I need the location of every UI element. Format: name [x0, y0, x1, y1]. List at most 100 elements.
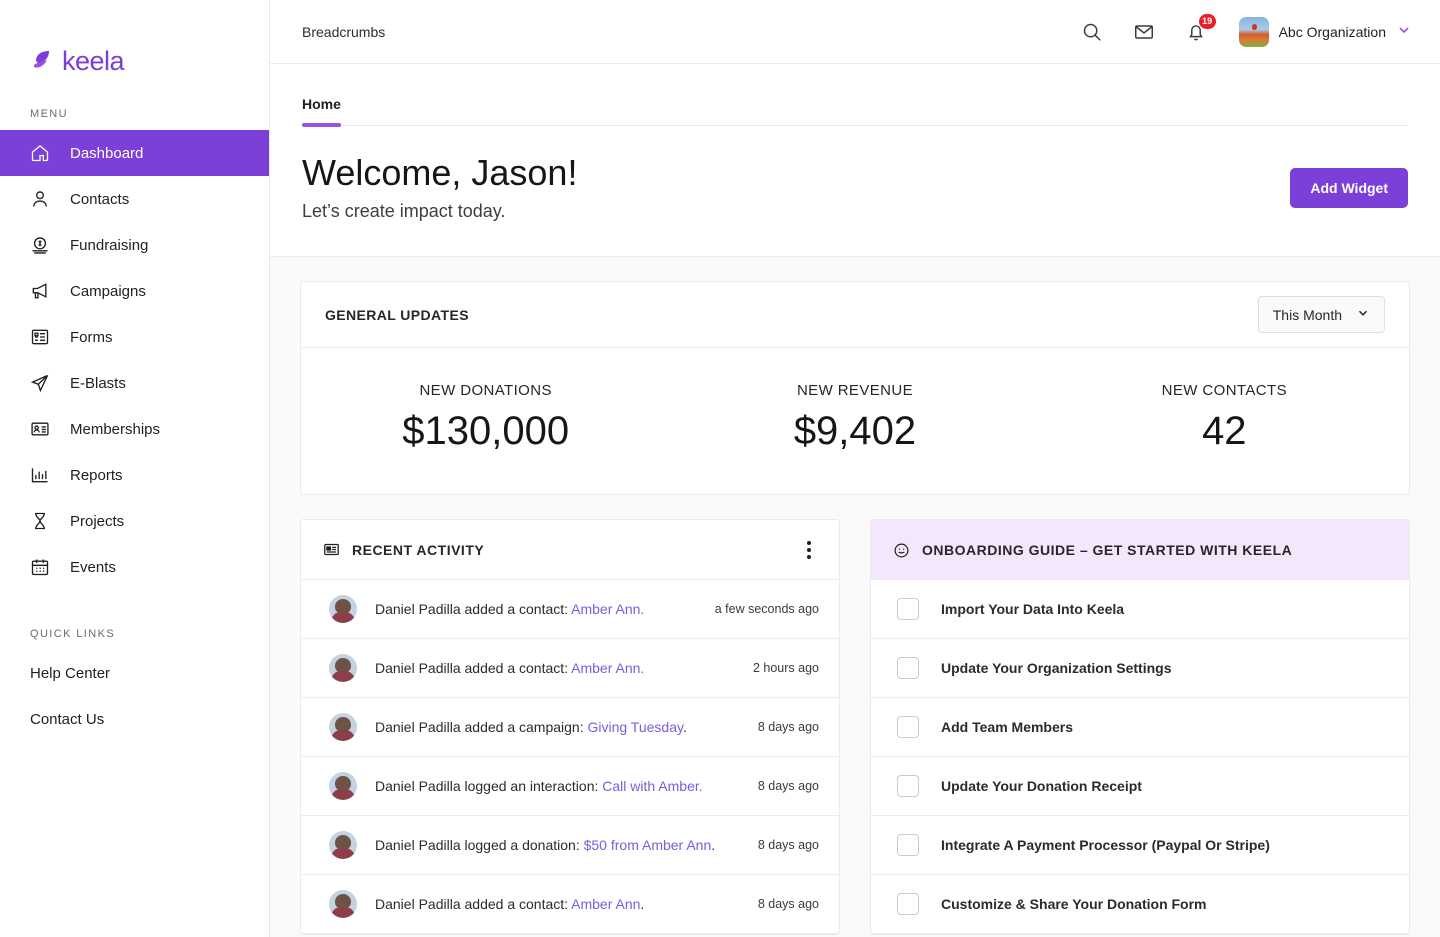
list-item[interactable]: Daniel Padilla logged an interaction: Ca…: [301, 757, 839, 816]
form-list-icon: [28, 327, 52, 347]
sidebar-item-label: Events: [70, 559, 116, 576]
list-item[interactable]: Update Your Donation Receipt: [871, 757, 1409, 816]
onboarding-checkbox[interactable]: [897, 716, 919, 738]
add-widget-button[interactable]: Add Widget: [1290, 168, 1408, 208]
sidebar-item-label: E-Blasts: [70, 375, 126, 392]
list-item[interactable]: Daniel Padilla added a contact: Amber An…: [301, 580, 839, 639]
kebab-menu-icon[interactable]: [801, 535, 817, 565]
quick-link-help-center[interactable]: Help Center: [0, 650, 269, 696]
sidebar-item-events[interactable]: Events: [0, 544, 269, 590]
sidebar-item-dashboard[interactable]: Dashboard: [0, 130, 269, 176]
list-item[interactable]: Integrate A Payment Processor (Paypal Or…: [871, 816, 1409, 875]
dashboard-content: GENERAL UPDATES This Month NEW DONATIONS…: [270, 257, 1440, 937]
activity-link[interactable]: Giving Tuesday: [587, 719, 682, 735]
activity-text: Daniel Padilla logged a donation: $50 fr…: [375, 837, 715, 853]
activity-time: 2 hours ago: [739, 661, 819, 675]
general-updates-header: GENERAL UPDATES This Month: [301, 282, 1409, 348]
sidebar-item-memberships[interactable]: Memberships: [0, 406, 269, 452]
list-item[interactable]: Update Your Organization Settings: [871, 639, 1409, 698]
id-card-icon: [28, 419, 52, 439]
activity-link[interactable]: Amber Ann.: [571, 660, 644, 676]
list-item[interactable]: Daniel Padilla added a campaign: Giving …: [301, 698, 839, 757]
activity-link[interactable]: Amber Ann.: [571, 601, 644, 617]
activity-time: 8 days ago: [744, 779, 819, 793]
breadcrumb: Breadcrumbs: [302, 24, 385, 40]
sidebar: keela MENU Dashboard Contacts Fundraisin…: [0, 0, 270, 937]
envelope-icon[interactable]: [1129, 17, 1159, 47]
onboarding-label: Import Your Data Into Keela: [941, 601, 1124, 617]
onboarding-label: Integrate A Payment Processor (Paypal Or…: [941, 837, 1270, 853]
avatar: [329, 654, 357, 682]
sidebar-item-label: Contacts: [70, 191, 129, 208]
notification-badge: 19: [1199, 14, 1216, 29]
stat-value: $9,402: [670, 409, 1039, 454]
sidebar-menu-label: MENU: [0, 108, 269, 120]
org-name: Abc Organization: [1279, 24, 1386, 40]
activity-link[interactable]: Amber Ann: [571, 896, 640, 912]
activity-link[interactable]: Call with Amber.: [602, 778, 702, 794]
avatar: [329, 831, 357, 859]
list-item[interactable]: Daniel Padilla logged a donation: $50 fr…: [301, 816, 839, 875]
org-switcher[interactable]: Abc Organization: [1239, 17, 1412, 47]
chevron-down-icon: [1396, 22, 1412, 41]
activity-text: Daniel Padilla added a contact: Amber An…: [375, 660, 644, 676]
page-title: Welcome, Jason!: [302, 150, 577, 195]
onboarding-checkbox[interactable]: [897, 893, 919, 915]
list-item[interactable]: Daniel Padilla added a contact: Amber An…: [301, 875, 839, 934]
activity-time: a few seconds ago: [701, 602, 819, 616]
onboarding-checkbox[interactable]: [897, 834, 919, 856]
brand-logo[interactable]: keela: [0, 0, 269, 90]
smiley-icon: [893, 542, 910, 559]
sidebar-item-forms[interactable]: Forms: [0, 314, 269, 360]
megaphone-icon: [28, 281, 52, 301]
sidebar-item-label: Projects: [70, 513, 124, 530]
period-select[interactable]: This Month: [1258, 296, 1385, 333]
person-icon: [28, 189, 52, 209]
topbar: Breadcrumbs 19 Abc Organization: [270, 0, 1440, 64]
onboarding-checkbox[interactable]: [897, 775, 919, 797]
list-item[interactable]: Daniel Padilla added a contact: Amber An…: [301, 639, 839, 698]
quick-link-contact-us[interactable]: Contact Us: [0, 696, 269, 742]
onboarding-checkbox[interactable]: [897, 598, 919, 620]
sidebar-item-label: Dashboard: [70, 145, 143, 162]
sidebar-item-reports[interactable]: Reports: [0, 452, 269, 498]
stat-new-donations: NEW DONATIONS $130,000: [301, 382, 670, 454]
general-updates-card: GENERAL UPDATES This Month NEW DONATIONS…: [300, 281, 1410, 495]
sidebar-item-campaigns[interactable]: Campaigns: [0, 268, 269, 314]
sidebar-item-eblasts[interactable]: E-Blasts: [0, 360, 269, 406]
sidebar-item-label: Fundraising: [70, 237, 148, 254]
activity-text: Daniel Padilla added a contact: Amber An…: [375, 896, 644, 912]
brand-name: keela: [62, 48, 124, 75]
activity-link[interactable]: $50 from Amber Ann: [584, 837, 712, 853]
list-item[interactable]: Import Your Data Into Keela: [871, 580, 1409, 639]
recent-activity-title: RECENT ACTIVITY: [352, 542, 484, 558]
sidebar-quick-links-label: QUICK LINKS: [0, 628, 269, 640]
sidebar-item-contacts[interactable]: Contacts: [0, 176, 269, 222]
topbar-actions: 19 Abc Organization: [1077, 17, 1412, 47]
page-subtitle: Let’s create impact today.: [302, 201, 577, 222]
recent-activity-card: RECENT ACTIVITY Daniel Padilla added a c…: [300, 519, 840, 935]
welcome-text: Welcome, Jason! Let’s create impact toda…: [302, 150, 577, 222]
list-item[interactable]: Customize & Share Your Donation Form: [871, 875, 1409, 934]
sidebar-item-projects[interactable]: Projects: [0, 498, 269, 544]
period-select-value: This Month: [1273, 307, 1342, 323]
search-icon[interactable]: [1077, 17, 1107, 47]
donation-icon: [28, 235, 52, 255]
onboarding-label: Add Team Members: [941, 719, 1073, 735]
paper-plane-icon: [28, 373, 52, 393]
activity-text: Daniel Padilla added a campaign: Giving …: [375, 719, 687, 735]
bell-icon[interactable]: 19: [1181, 17, 1211, 47]
onboarding-label: Update Your Organization Settings: [941, 660, 1172, 676]
list-item[interactable]: Add Team Members: [871, 698, 1409, 757]
tab-home[interactable]: Home: [302, 96, 341, 126]
stat-label: NEW REVENUE: [670, 382, 1039, 399]
welcome-banner: Welcome, Jason! Let’s create impact toda…: [270, 126, 1440, 257]
sidebar-item-label: Campaigns: [70, 283, 146, 300]
onboarding-title: ONBOARDING GUIDE – GET STARTED WITH KEEL…: [922, 542, 1292, 558]
app-root: keela MENU Dashboard Contacts Fundraisin…: [0, 0, 1440, 937]
onboarding-checkbox[interactable]: [897, 657, 919, 679]
sidebar-item-fundraising[interactable]: Fundraising: [0, 222, 269, 268]
activity-time: 8 days ago: [744, 720, 819, 734]
avatar: [329, 772, 357, 800]
avatar: [329, 713, 357, 741]
